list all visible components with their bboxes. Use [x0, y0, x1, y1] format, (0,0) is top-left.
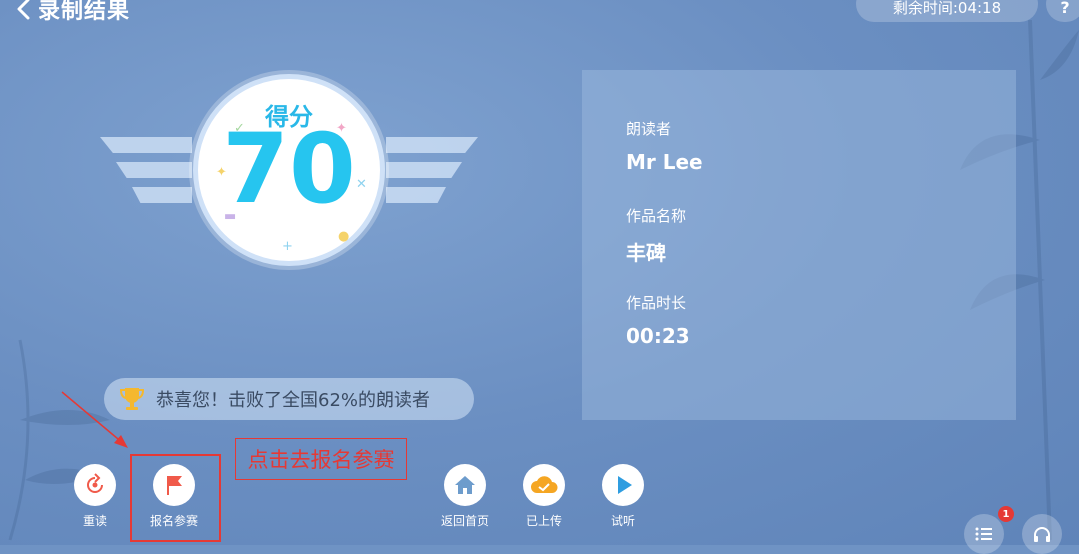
annotation-arrow — [61, 391, 128, 448]
listen-label: 试听 — [610, 514, 635, 528]
back-button[interactable]: 录制结果 — [16, 0, 130, 26]
sparkle-icon: ✕ — [356, 177, 367, 192]
sparkle-icon: ✓ — [234, 121, 245, 136]
reread-button[interactable]: 重读 — [60, 464, 130, 529]
congrats-text: 恭喜您！击败了全国62%的朗读者 — [156, 390, 431, 411]
wing-decoration — [132, 187, 192, 203]
reread-label: 重读 — [82, 514, 107, 528]
reread-icon — [87, 473, 103, 493]
sparkle-icon: + — [282, 239, 293, 254]
list-icon — [975, 527, 992, 541]
chevron-left-icon — [17, 0, 30, 20]
playlist-button[interactable] — [964, 514, 1004, 554]
sparkle-icon: ▬ — [224, 209, 237, 224]
wing-decoration — [386, 137, 478, 153]
work-info-panel: 朗读者 Mr Lee 作品名称 丰碑 作品时长 00:23 — [582, 70, 1016, 420]
signup-highlight-box — [130, 454, 221, 542]
annotation-label: 点击去报名参赛 — [235, 438, 407, 480]
reader-label: 朗读者 — [626, 120, 672, 138]
sparkle-icon: ✦ — [216, 165, 227, 180]
uploaded-icon-circle — [523, 464, 565, 506]
work-name-label: 作品名称 — [626, 207, 687, 225]
playlist-count-badge: 1 — [998, 506, 1014, 522]
header: 录制结果 剩余时间:04:18 ? — [0, 0, 1079, 30]
page-title: 录制结果 — [38, 0, 131, 24]
congrats-banner: 恭喜您！击败了全国62%的朗读者 — [104, 378, 474, 420]
headphones-icon — [1034, 527, 1050, 542]
uploaded-label: 已上传 — [525, 514, 562, 528]
score-badge: 得分 70 ✓ ✦ ✦ ✕ ▬ ● + — [193, 74, 385, 266]
work-name-value: 丰碑 — [626, 241, 666, 265]
sparkle-icon: ✦ — [336, 121, 347, 136]
remaining-time: 剩余时间:04:18 — [856, 0, 1038, 22]
uploaded-button[interactable]: 已上传 — [509, 464, 579, 529]
wing-decoration — [386, 187, 446, 203]
home-icon — [455, 476, 475, 494]
reread-icon-circle — [74, 464, 116, 506]
work-duration-value: 00:23 — [626, 324, 690, 348]
home-button[interactable]: 返回首页 — [430, 464, 500, 529]
help-button[interactable]: ? — [1046, 0, 1079, 22]
listen-icon-circle — [602, 464, 644, 506]
home-icon-circle — [444, 464, 486, 506]
wing-decoration — [386, 162, 462, 178]
work-duration-label: 作品时长 — [626, 294, 687, 312]
home-label: 返回首页 — [440, 514, 489, 528]
reader-value: Mr Lee — [626, 150, 703, 174]
wing-decoration — [100, 137, 192, 153]
wing-decoration — [116, 162, 192, 178]
play-icon — [618, 476, 632, 494]
preview-listen-button[interactable]: 试听 — [588, 464, 658, 529]
headphones-button[interactable] — [1022, 514, 1062, 554]
sparkle-icon: ● — [338, 229, 350, 244]
cloud-check-icon — [531, 476, 558, 493]
